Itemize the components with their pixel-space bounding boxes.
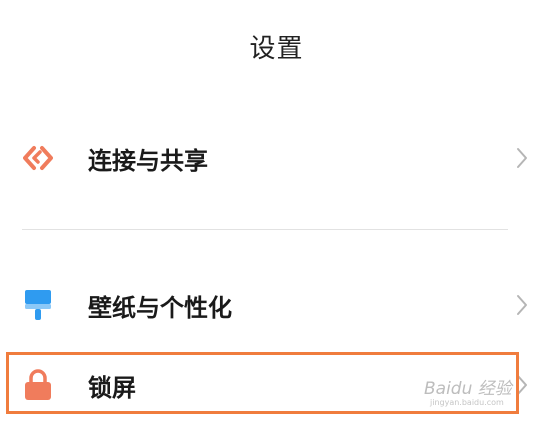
page-title: 设置 [249,34,304,64]
settings-item-connection-share[interactable]: 连接与共享 [0,118,553,198]
watermark: Baidu 经验 [424,379,512,399]
settings-item-label: 壁纸与个性化 [88,293,232,322]
settings-item-wallpaper[interactable]: 壁纸与个性化 [0,265,553,345]
connection-share-icon [22,142,54,174]
settings-item-label: 连接与共享 [88,146,208,175]
divider [22,229,508,230]
chevron-right-icon [517,148,527,168]
chevron-right-icon [517,295,527,315]
wallpaper-brush-icon [22,289,54,321]
watermark-url: jingyan.baidu.com [430,398,504,407]
